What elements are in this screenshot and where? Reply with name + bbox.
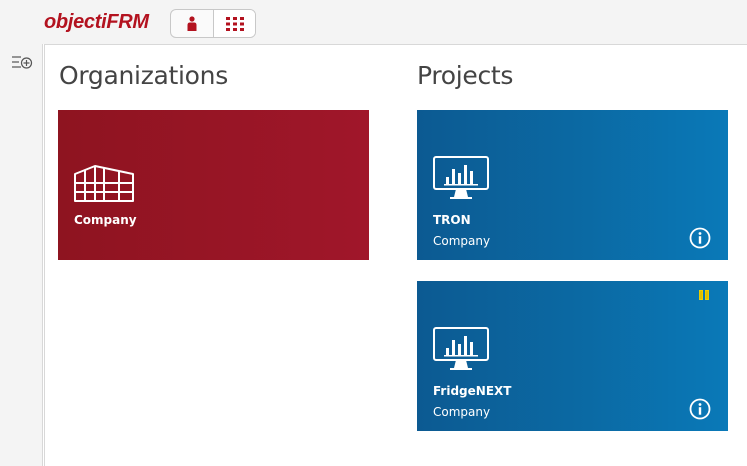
- project-tile[interactable]: TRON Company: [417, 110, 728, 260]
- monitor-chart-icon: [433, 156, 489, 199]
- app-logo[interactable]: objectiFRM: [44, 11, 149, 34]
- logo-accent-text: FRM: [106, 11, 149, 33]
- organizations-title: Organizations: [59, 61, 228, 90]
- project-tile-organization: Company: [433, 234, 491, 248]
- organization-tile[interactable]: Company: [58, 110, 369, 260]
- main-content: Organizations Projects Company TRON Comp…: [44, 44, 747, 466]
- project-tile-name: FridgeNEXT: [433, 384, 512, 398]
- menu-add-icon[interactable]: [11, 54, 33, 70]
- organization-tile-name: Company: [74, 213, 137, 227]
- toggle-grid-button[interactable]: [213, 10, 255, 37]
- building-icon: [74, 165, 134, 202]
- project-tile[interactable]: FridgeNEXT Company: [417, 281, 728, 431]
- toggle-person-button[interactable]: [171, 10, 213, 37]
- view-toggle: [170, 9, 256, 38]
- grid-icon: [225, 16, 244, 31]
- left-rail: [0, 44, 43, 466]
- top-bar: objectiFRM: [0, 0, 747, 44]
- project-tile-name: TRON: [433, 213, 471, 227]
- pin-icon[interactable]: [698, 289, 710, 301]
- info-icon[interactable]: [689, 227, 711, 249]
- person-icon: [187, 15, 197, 31]
- projects-title: Projects: [417, 61, 514, 90]
- logo-main-text: objecti: [44, 11, 107, 33]
- monitor-chart-icon: [433, 327, 489, 370]
- project-tile-organization: Company: [433, 405, 491, 419]
- info-icon[interactable]: [689, 398, 711, 420]
